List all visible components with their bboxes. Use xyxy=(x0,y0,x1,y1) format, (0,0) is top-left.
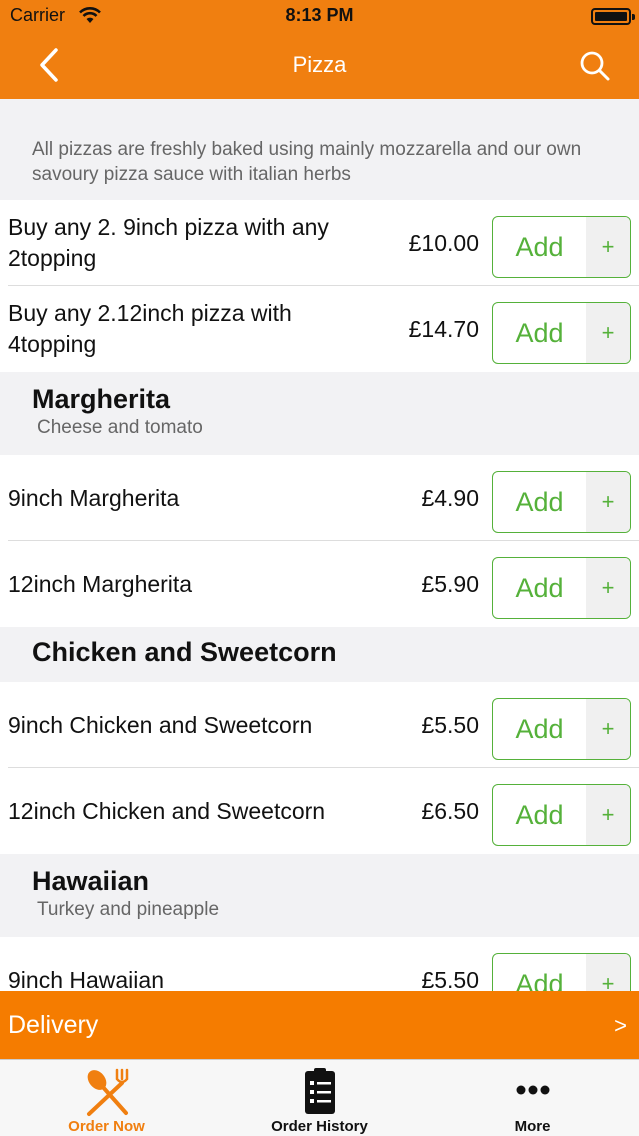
plus-icon: + xyxy=(586,472,630,532)
delivery-label: Delivery xyxy=(8,1011,99,1039)
tab-more[interactable]: More xyxy=(426,1060,639,1136)
chevron-right-icon: > xyxy=(614,1013,627,1038)
menu-item-row: Buy any 2. 9inch pizza with any 2topping… xyxy=(0,200,639,286)
item-name: Buy any 2.12inch pizza with 4topping xyxy=(8,300,292,357)
menu-item-row: 9inch Chicken and Sweetcorn £5.50 Add + xyxy=(0,682,639,768)
menu-item-row: 12inch Margherita £5.90 Add + xyxy=(0,541,639,627)
item-price: £4.90 xyxy=(421,484,479,511)
item-price: £5.50 xyxy=(421,711,479,738)
item-name: 9inch Hawaiian xyxy=(8,966,164,992)
add-button[interactable]: Add + xyxy=(492,953,631,991)
battery-icon xyxy=(591,8,635,25)
add-button[interactable]: Add + xyxy=(492,557,631,619)
add-label: Add xyxy=(515,231,564,262)
search-icon[interactable] xyxy=(577,48,613,84)
menu-item-row: Buy any 2.12inch pizza with 4topping £14… xyxy=(0,286,639,372)
tab-label: More xyxy=(514,1118,551,1135)
status-bar: Carrier 8:13 PM xyxy=(0,0,639,32)
add-label: Add xyxy=(515,317,564,348)
section-header-margherita: Margherita Cheese and tomato xyxy=(0,372,639,455)
add-label: Add xyxy=(515,486,564,517)
item-name: 9inch Margherita xyxy=(8,484,180,511)
item-name: 9inch Chicken and Sweetcorn xyxy=(8,711,313,738)
add-button[interactable]: Add + xyxy=(492,216,631,278)
add-button[interactable]: Add + xyxy=(492,698,631,760)
add-label: Add xyxy=(515,713,564,744)
delivery-bar[interactable]: Delivery > xyxy=(0,991,639,1059)
menu-item-row: 9inch Margherita £4.90 Add + xyxy=(0,455,639,541)
menu-list[interactable]: All pizzas are freshly baked using mainl… xyxy=(0,99,639,991)
section-header-hawaiian: Hawaiian Turkey and pineapple xyxy=(0,854,639,937)
tab-order-history[interactable]: Order History xyxy=(213,1060,426,1136)
section-subtitle: Cheese and tomato xyxy=(37,417,203,438)
tab-order-now[interactable]: Order Now xyxy=(0,1060,213,1136)
plus-icon: + xyxy=(586,954,630,991)
add-label: Add xyxy=(515,799,564,830)
section-title: Margherita xyxy=(32,384,171,414)
add-button[interactable]: Add + xyxy=(492,471,631,533)
item-price: £14.70 xyxy=(408,315,479,342)
page-title: Pizza xyxy=(292,52,347,77)
menu-item-row: 12inch Chicken and Sweetcorn £6.50 Add + xyxy=(0,768,639,854)
clipboard-list-icon xyxy=(213,1066,426,1118)
menu-item-row: 9inch Hawaiian £5.50 Add + xyxy=(0,937,639,991)
category-description: All pizzas are freshly baked using mainl… xyxy=(0,99,639,200)
plus-icon: + xyxy=(586,558,630,618)
section-header-chicken-sweetcorn: Chicken and Sweetcorn xyxy=(0,627,639,682)
item-name: 12inch Chicken and Sweetcorn xyxy=(8,797,326,824)
add-button[interactable]: Add + xyxy=(492,302,631,364)
fork-knife-icon xyxy=(0,1066,213,1118)
item-price: £5.50 xyxy=(421,966,479,992)
plus-icon: + xyxy=(586,699,630,759)
item-price: £5.90 xyxy=(421,570,479,597)
add-label: Add xyxy=(515,968,564,992)
section-title: Hawaiian xyxy=(32,866,150,896)
nav-bar: Pizza xyxy=(0,32,639,99)
plus-icon: + xyxy=(586,217,630,277)
clock: 8:13 PM xyxy=(285,5,354,25)
item-name: Buy any 2. 9inch pizza with any 2topping xyxy=(8,214,329,271)
tab-bar: Order Now Order History More xyxy=(0,1059,639,1136)
add-label: Add xyxy=(515,572,564,603)
add-button[interactable]: Add + xyxy=(492,784,631,846)
item-price: £6.50 xyxy=(421,797,479,824)
plus-icon: + xyxy=(586,785,630,845)
item-name: 12inch Margherita xyxy=(8,570,193,597)
section-subtitle: Turkey and pineapple xyxy=(37,899,220,920)
plus-icon: + xyxy=(586,303,630,363)
tab-label: Order Now xyxy=(68,1118,145,1135)
item-price: £10.00 xyxy=(408,229,479,256)
section-title: Chicken and Sweetcorn xyxy=(32,637,337,667)
tab-label: Order History xyxy=(271,1118,368,1135)
more-dots-icon xyxy=(426,1066,639,1118)
